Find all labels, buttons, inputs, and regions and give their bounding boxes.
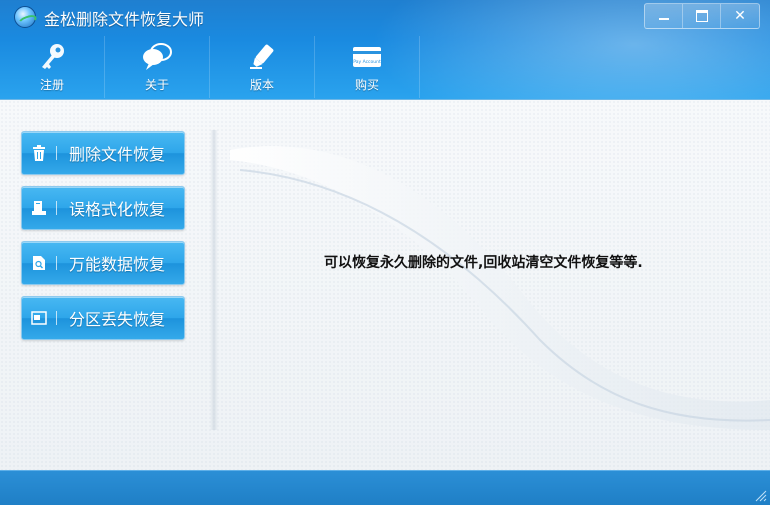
header: 金松删除文件恢复大师 ✕ 注册 关于 版本 Pay Account 购买	[0, 0, 770, 100]
toolbar: 注册 关于 版本 Pay Account 购买	[0, 36, 420, 98]
toolbar-register-label: 注册	[39, 78, 64, 92]
resize-grip-icon[interactable]	[753, 488, 767, 502]
app-title: 金松删除文件恢复大师	[44, 10, 205, 29]
marker-pen-icon	[246, 42, 278, 72]
sidebar-item-label: 分区丢失恢复	[69, 310, 166, 329]
toolbar-version-label: 版本	[249, 78, 274, 92]
sidebar-item-label: 删除文件恢复	[69, 145, 166, 164]
toolbar-buy-label: 购买	[354, 78, 379, 92]
toolbar-about-label: 关于	[144, 78, 169, 92]
app-logo-icon	[14, 6, 36, 28]
key-icon	[36, 42, 68, 72]
window-controls: ✕	[644, 3, 760, 29]
sidebar-item-label: 万能数据恢复	[69, 255, 166, 274]
main-panel: 删除文件恢复 误格式化恢复 万能数据恢复 分区丢失恢复 可以恢复永久删除的文件,…	[0, 100, 770, 470]
toolbar-version[interactable]: 版本	[210, 36, 315, 98]
sidebar-item-partition-recovery[interactable]: 分区丢失恢复	[21, 296, 185, 340]
credit-card-icon-text: Pay Account	[353, 59, 381, 65]
feature-description: 可以恢复永久删除的文件,回收站清空文件恢复等等.	[324, 255, 643, 271]
vertical-divider	[210, 130, 218, 430]
toolbar-about[interactable]: 关于	[105, 36, 210, 98]
close-button[interactable]: ✕	[721, 4, 759, 28]
status-bar	[0, 470, 770, 505]
toolbar-register[interactable]: 注册	[0, 36, 105, 98]
credit-card-icon: Pay Account	[351, 42, 383, 72]
trash-icon	[26, 132, 52, 174]
toolbar-buy[interactable]: Pay Account 购买	[315, 36, 420, 98]
decorative-wave	[230, 146, 770, 430]
button-separator	[56, 201, 57, 215]
sidebar-item-universal-recovery[interactable]: 万能数据恢复	[21, 241, 185, 285]
button-separator	[56, 311, 57, 325]
title-bar[interactable]: 金松删除文件恢复大师 ✕	[0, 0, 770, 34]
drive-icon	[26, 187, 52, 229]
sidebar-item-format-recovery[interactable]: 误格式化恢复	[21, 186, 185, 230]
document-search-icon	[26, 242, 52, 284]
chat-bubbles-icon	[141, 42, 173, 72]
maximize-button[interactable]	[683, 4, 721, 28]
button-separator	[56, 146, 57, 160]
sidebar-item-label: 误格式化恢复	[69, 200, 166, 219]
button-separator	[56, 256, 57, 270]
minimize-button[interactable]	[645, 4, 683, 28]
partition-icon	[26, 297, 52, 339]
sidebar-item-deleted-recovery[interactable]: 删除文件恢复	[21, 131, 185, 175]
